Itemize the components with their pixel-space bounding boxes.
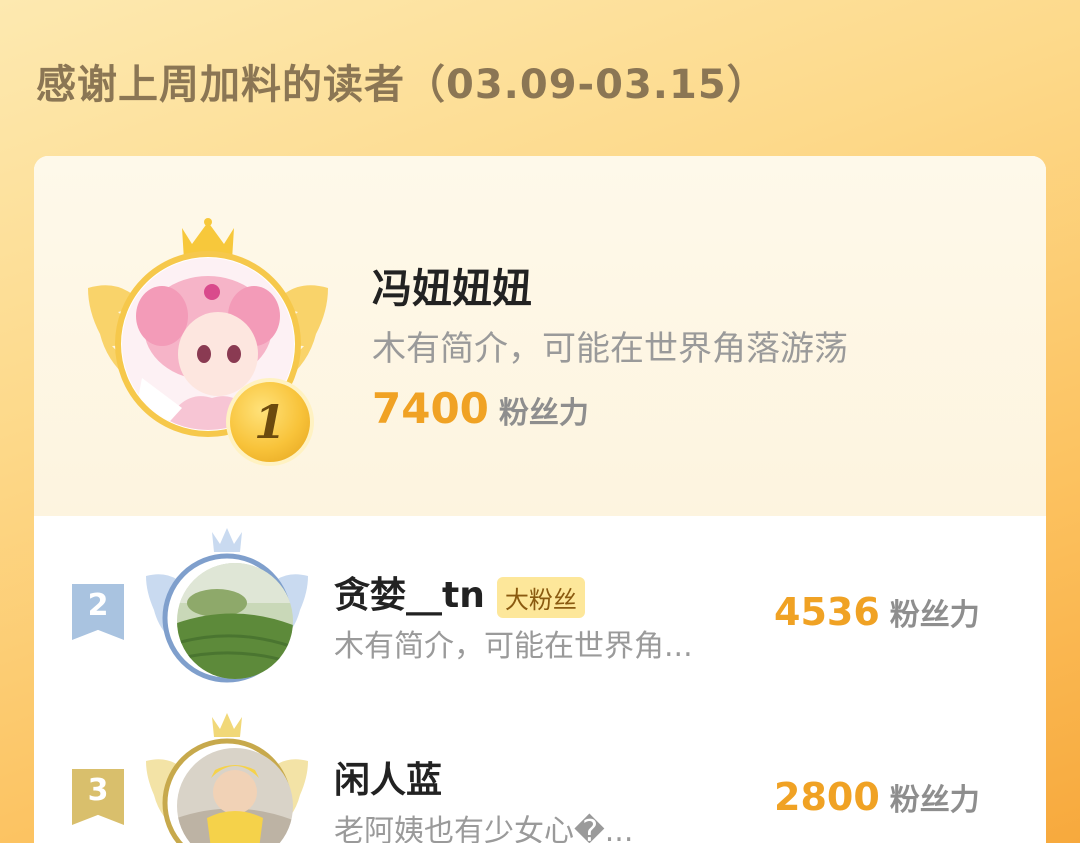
fan-power-stat: 2800 粉丝力 xyxy=(774,775,980,819)
avatar-frame-gold: 1 xyxy=(78,216,338,466)
page-title: 感谢上周加料的读者（03.09-03.15） xyxy=(36,62,768,108)
reader-name-text: 贪婪__tn xyxy=(334,575,485,616)
reader-name[interactable]: 贪婪__tn 大粉丝 xyxy=(334,566,585,618)
avatar xyxy=(177,563,293,679)
fan-level-badge: 大粉丝 xyxy=(496,576,585,618)
rank-badge-icon: 1 xyxy=(226,378,314,466)
fan-power-unit: 粉丝力 xyxy=(498,396,589,431)
reader-bio: 老阿姨也有少女心�... xyxy=(334,814,634,843)
leaderboard-card: 1 冯妞妞妞 木有简介，可能在世界角落游荡 7400 粉丝力 2 贪婪__tn … xyxy=(34,156,1046,843)
top-reader-section[interactable]: 1 冯妞妞妞 木有简介，可能在世界角落游荡 7400 粉丝力 xyxy=(34,156,1046,516)
fan-power-unit: 粉丝力 xyxy=(889,598,980,633)
rank-badge-icon: 3 xyxy=(72,769,124,825)
reader-bio: 木有简介，可能在世界角落游荡 xyxy=(372,329,848,369)
fan-power-value: 2800 xyxy=(774,775,880,819)
reader-name[interactable]: 冯妞妞妞 xyxy=(372,256,532,314)
rank-badge-icon: 2 xyxy=(72,584,124,640)
fan-power-stat: 7400 粉丝力 xyxy=(372,384,589,433)
reader-name[interactable]: 闲人蓝 xyxy=(334,751,442,803)
list-item[interactable]: 2 贪婪__tn 大粉丝 木有简介，可能在世界角... 4536 粉丝力 xyxy=(34,516,1046,696)
fan-power-unit: 粉丝力 xyxy=(889,783,980,818)
fan-power-value: 7400 xyxy=(372,384,489,433)
list-item[interactable]: 3 闲人蓝 老阿姨也有少女心�... 2800 粉丝力 xyxy=(34,701,1046,843)
reader-bio: 木有简介，可能在世界角... xyxy=(334,629,693,664)
fan-power-stat: 4536 粉丝力 xyxy=(774,590,980,634)
fan-power-value: 4536 xyxy=(774,590,880,634)
